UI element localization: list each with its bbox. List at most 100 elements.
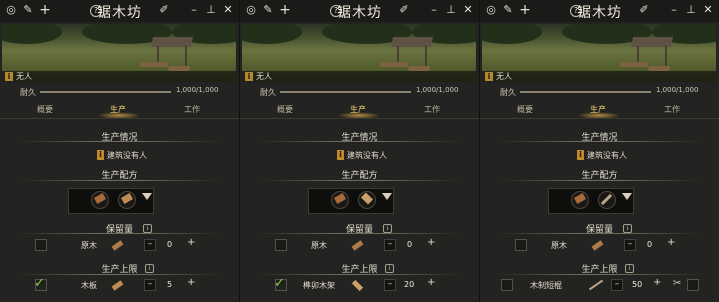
title-bar: ◎ ✎ + ? 锯木坊 ✐ – ⊥ ✕ — [480, 0, 719, 22]
recipe-selector[interactable] — [308, 188, 394, 214]
reserve-decrement-button[interactable]: – — [624, 239, 636, 251]
title-bar: ◎ ✎ + ? 锯木坊 ✐ – ⊥ ✕ — [0, 0, 239, 22]
mortise-tenon-frame-icon — [351, 279, 364, 292]
extra-checkbox[interactable] — [687, 279, 699, 291]
reserve-value[interactable]: 0 — [647, 240, 652, 249]
production-status-message: 建筑没有人 — [347, 151, 387, 160]
durability-value: 1,000/1,000 — [416, 86, 459, 94]
limit-item-label: 木板 — [81, 281, 97, 290]
limit-value[interactable]: 5 — [167, 280, 172, 289]
reserve-item-label: 原木 — [551, 241, 567, 250]
reserve-item-label: 原木 — [311, 241, 327, 250]
pin-icon[interactable]: ⊥ — [204, 3, 218, 17]
durability-label: 耐久 — [260, 88, 276, 97]
reserve-checkbox[interactable] — [275, 239, 287, 251]
limit-item-label: 木制短棍 — [530, 281, 562, 290]
tab-work[interactable]: 工作 — [184, 104, 200, 115]
minimize-icon[interactable]: – — [187, 3, 201, 17]
durability-label: 耐久 — [500, 88, 516, 97]
reserve-increment-button[interactable]: + — [427, 237, 435, 248]
production-status-message: 建筑没有人 — [107, 151, 147, 160]
rename-pen-icon[interactable]: ✐ — [157, 3, 171, 17]
tab-overview[interactable]: 概要 — [517, 104, 533, 115]
title-bar: ◎ ✎ + ? 锯木坊 ✐ – ⊥ ✕ — [240, 0, 479, 22]
reserve-increment-button[interactable]: + — [667, 237, 675, 248]
pin-icon[interactable]: ⊥ — [444, 3, 458, 17]
limit-decrement-button[interactable]: – — [611, 279, 623, 291]
info-icon: i — [5, 72, 13, 81]
limit-decrement-button[interactable]: – — [144, 279, 156, 291]
limit-info-icon[interactable]: i — [385, 264, 394, 273]
wood-log-icon — [591, 240, 604, 251]
warning-icon: i — [577, 150, 584, 160]
building-image: i 无人 — [2, 24, 236, 82]
wood-plank-icon — [111, 280, 124, 291]
rename-pen-icon[interactable]: ✐ — [397, 3, 411, 17]
durability-value: 1,000/1,000 — [176, 86, 219, 94]
minimize-icon[interactable]: – — [427, 3, 441, 17]
building-panel: ◎ ✎ + ? 锯木坊 ✐ – ⊥ ✕ i 无人 耐久 1,000/1,000 … — [480, 0, 719, 302]
limit-increment-button[interactable]: + — [187, 277, 195, 288]
reserve-info-icon[interactable]: i — [383, 224, 392, 233]
durability-bar — [520, 91, 651, 93]
minimize-icon[interactable]: – — [667, 3, 681, 17]
limit-item-label: 榫卯木架 — [303, 281, 335, 290]
building-image: i 无人 — [482, 24, 716, 82]
reserve-value[interactable]: 0 — [167, 240, 172, 249]
dropdown-arrow-icon[interactable] — [622, 193, 632, 200]
tab-work[interactable]: 工作 — [664, 104, 680, 115]
reserve-checkbox[interactable] — [35, 239, 47, 251]
check-icon: ✓ — [274, 276, 285, 291]
close-icon[interactable]: ✕ — [221, 3, 235, 17]
reserve-value[interactable]: 0 — [407, 240, 412, 249]
building-panel: ◎ ✎ + ? 锯木坊 ✐ – ⊥ ✕ i 无人 耐久 1,000/1,000 … — [0, 0, 239, 302]
durability-value: 1,000/1,000 — [656, 86, 699, 94]
reserve-decrement-button[interactable]: – — [384, 239, 396, 251]
reserve-decrement-button[interactable]: – — [144, 239, 156, 251]
worker-caption: 无人 — [16, 72, 32, 81]
crossed-tools-icon[interactable]: ✂ — [673, 279, 687, 289]
tab-overview[interactable]: 概要 — [37, 104, 53, 115]
reserve-info-icon[interactable]: i — [623, 224, 632, 233]
limit-increment-button[interactable]: + — [653, 277, 661, 288]
warning-icon: i — [337, 150, 344, 160]
worker-caption-bar: i 无人 — [242, 71, 476, 82]
pin-icon[interactable]: ⊥ — [684, 3, 698, 17]
limit-decrement-button[interactable]: – — [384, 279, 396, 291]
warning-icon: i — [97, 150, 104, 160]
info-icon: i — [485, 72, 493, 81]
dropdown-arrow-icon[interactable] — [142, 193, 152, 200]
tab-work[interactable]: 工作 — [424, 104, 440, 115]
recipe-selector[interactable] — [68, 188, 154, 214]
limit-value[interactable]: 50 — [632, 280, 642, 289]
tab-overview[interactable]: 概要 — [277, 104, 293, 115]
limit-info-icon[interactable]: i — [145, 264, 154, 273]
reserve-info-icon[interactable]: i — [143, 224, 152, 233]
limit-checkbox[interactable] — [501, 279, 513, 291]
production-status-message: 建筑没有人 — [587, 151, 627, 160]
durability-label: 耐久 — [20, 88, 36, 97]
check-icon: ✓ — [34, 276, 45, 291]
reserve-increment-button[interactable]: + — [187, 237, 195, 248]
building-panel: ◎ ✎ + ? 锯木坊 ✐ – ⊥ ✕ i 无人 耐久 1,000/1,000 … — [240, 0, 479, 302]
worker-caption-bar: i 无人 — [482, 71, 716, 82]
close-icon[interactable]: ✕ — [461, 3, 475, 17]
close-icon[interactable]: ✕ — [701, 3, 715, 17]
limit-info-icon[interactable]: i — [625, 264, 634, 273]
worker-caption: 无人 — [496, 72, 512, 81]
wood-log-icon — [351, 240, 364, 251]
info-icon: i — [245, 72, 253, 81]
worker-caption: 无人 — [256, 72, 272, 81]
wood-log-icon — [111, 240, 124, 251]
reserve-checkbox[interactable] — [515, 239, 527, 251]
durability-bar — [280, 91, 411, 93]
recipe-selector[interactable] — [548, 188, 634, 214]
limit-increment-button[interactable]: + — [427, 277, 435, 288]
limit-value[interactable]: 20 — [404, 280, 414, 289]
worker-caption-bar: i 无人 — [2, 71, 236, 82]
reserve-item-label: 原木 — [81, 241, 97, 250]
rename-pen-icon[interactable]: ✐ — [637, 3, 651, 17]
dropdown-arrow-icon[interactable] — [382, 193, 392, 200]
building-image: i 无人 — [242, 24, 476, 82]
wooden-short-stick-icon — [588, 279, 604, 291]
